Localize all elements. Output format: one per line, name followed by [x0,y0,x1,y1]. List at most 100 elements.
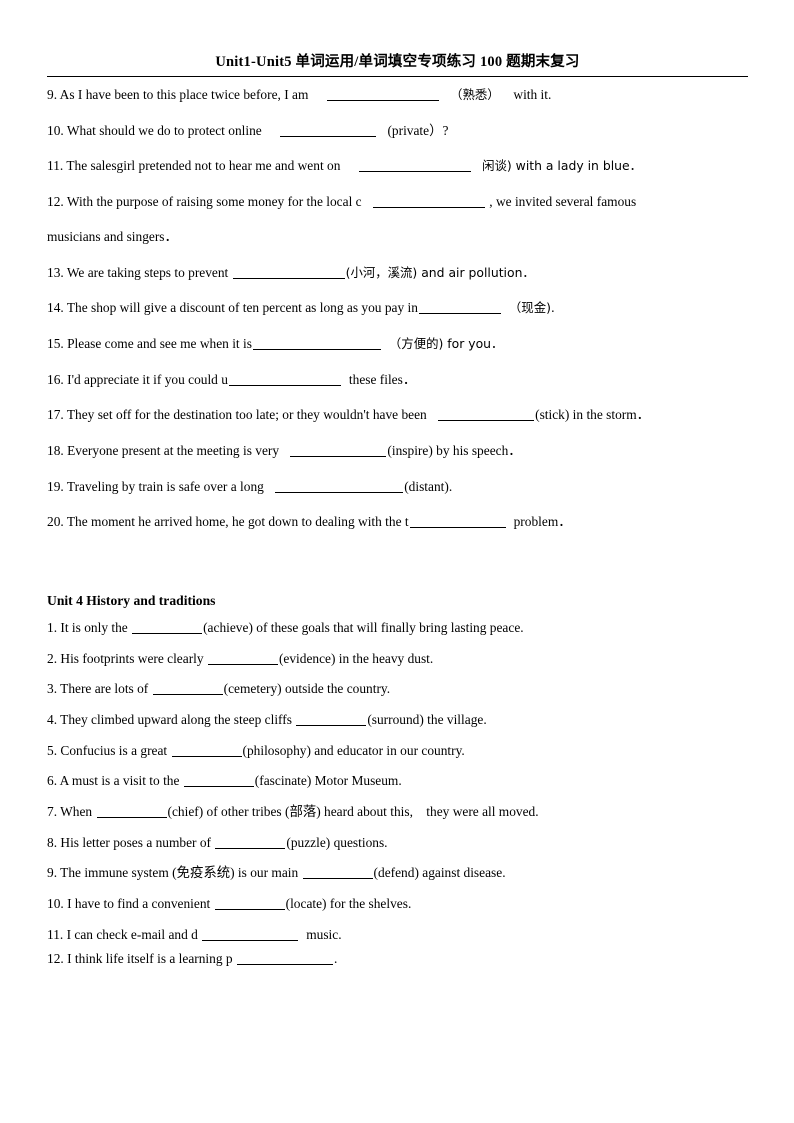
section-title: Unit 4 History and traditions [47,593,216,609]
item-hint: (surround) the village. [367,711,487,727]
answer-blank[interactable] [215,835,286,849]
answer-blank[interactable] [228,372,341,386]
section-one: 9. As I have been to this place twice be… [47,86,748,531]
answer-blank[interactable] [302,865,373,880]
item-text-before: What should we do to protect online [66,122,262,138]
item-text-before: Please come and see me when it is [67,336,252,352]
question-item: 19. Traveling by train is safe over a lo… [47,478,748,495]
item-text-before: I can check e-mail and d [66,926,198,942]
answer-blank[interactable] [236,951,333,965]
question-item: 8. His letter poses a number of (puzzle)… [47,834,748,851]
answer-blank[interactable] [183,773,254,788]
answer-blank[interactable] [96,804,167,818]
item-hint: (inspire) by his speech． [387,443,522,459]
item-number: 12. [47,193,64,209]
item-number: 12. [47,950,64,966]
item-text-before: His footprints were clearly [60,650,204,666]
item-text-before: His letter poses a number of [60,834,212,850]
item-number: 10. [47,122,64,138]
answer-blank[interactable] [232,265,345,279]
item-text-before: When [60,803,93,819]
question-item: 6. A must is a visit to the (fascinate) … [47,772,748,789]
answer-blank[interactable] [326,87,439,101]
item-text-after: musicians and singers． [47,229,178,245]
item-hint: (puzzle) questions. [286,834,388,850]
question-item: 14. The shop will give a discount of ten… [47,299,748,316]
question-item: 10. I have to find a convenient (locate)… [47,895,748,912]
item-number: 18. [47,443,64,459]
item-hint: (fascinate) Motor Museum. [254,773,402,789]
item-text-before: We are taking steps to prevent [66,264,229,280]
item-text-before: I'd appreciate it if you could u [67,371,228,387]
answer-blank[interactable] [214,896,285,910]
item-hint: these files． [348,371,417,387]
answer-blank[interactable] [207,651,278,665]
item-text-before: With the purpose of raising some money f… [66,193,362,209]
item-hint: (小河，溪流) and air pollution． [345,264,535,280]
item-text-before: Confucius is a great [60,742,168,758]
item-text-before: The immune system (免疫系统) is our main [60,865,299,881]
item-number: 6. [47,773,58,789]
item-number: 20. [47,514,64,530]
item-number: 14. [47,300,64,316]
item-number: 11. [47,926,64,942]
item-hint: problem． [513,514,572,530]
item-hint: . [333,950,338,966]
question-item: 15. Please come and see me when it is （方便… [47,335,748,352]
item-hint: (cemetery) outside the country. [223,681,391,697]
item-hint: (evidence) in the heavy dust. [278,650,434,666]
item-hint: 闲谈) with a lady in blue． [482,158,643,174]
item-number: 8. [47,834,58,850]
question-item: 11. I can check e-mail and d music. [47,926,748,943]
answer-blank[interactable] [290,443,387,458]
item-number: 2. [47,650,58,666]
item-hint: music. [306,926,342,942]
question-item: 16. I'd appreciate it if you could u thes… [47,371,748,388]
page-title: Unit1-Unit5 单词运用/单词填空专项练习 100 题期末复习 [215,54,580,70]
item-text-before: As I have been to this place twice befor… [59,87,309,102]
item-number: 10. [47,895,64,911]
item-number: 13. [47,264,64,280]
answer-blank[interactable] [202,927,299,941]
answer-blank[interactable] [132,620,203,635]
item-number: 15. [47,336,64,352]
answer-blank[interactable] [438,407,535,422]
answer-blank[interactable] [418,300,501,315]
question-item: 7. When (chief) of other tribes (部落) hea… [47,803,748,820]
answer-blank[interactable] [280,123,377,137]
question-item: 4. They climbed upward along the steep c… [47,711,748,728]
item-number: 11. [47,158,64,174]
item-text-before: Traveling by train is safe over a long [66,478,264,494]
worksheet-page: Unit1-Unit5 单词运用/单词填空专项练习 100 题期末复习 9. A… [0,0,794,1123]
answer-blank[interactable] [275,479,404,493]
answer-blank[interactable] [372,194,485,208]
answer-blank[interactable] [171,743,242,757]
question-item: 12. With the purpose of raising some mon… [47,193,748,245]
item-hint: (distant). [404,478,453,494]
header-divider [47,76,748,77]
item-text-before: I think life itself is a learning p [67,950,233,966]
question-item: 5. Confucius is a great (philosophy) and… [47,742,748,759]
answer-blank[interactable] [358,158,471,173]
item-number: 7. [47,803,58,819]
item-text-before: It is only the [60,620,128,636]
answer-blank[interactable] [409,514,506,529]
item-number: 5. [47,742,58,758]
question-item: 9. The immune system (免疫系统) is our main … [47,864,748,881]
item-text-before: The shop will give a discount of ten per… [66,300,418,316]
document-header: Unit1-Unit5 单词运用/单词填空专项练习 100 题期末复习 [47,52,748,85]
answer-blank[interactable] [296,712,367,726]
question-item: 17. They set off for the destination too… [47,406,748,423]
item-hint: (achieve) of these goals that will final… [203,620,524,636]
question-item: 13. We are taking steps to prevent (小河，溪… [47,264,748,281]
item-text-before: A must is a visit to the [59,773,180,789]
answer-blank[interactable] [152,681,223,696]
answer-blank[interactable] [252,336,381,351]
item-text-before: There are lots of [60,681,149,697]
item-hint: （方便的) for you． [388,336,504,352]
question-item: 12. I think life itself is a learning p … [47,950,748,967]
item-hint: , we invited several famous [489,193,637,209]
item-hint: （现金). [508,300,555,316]
section-two: Unit 4 History and traditions 1. It is o… [47,593,748,967]
